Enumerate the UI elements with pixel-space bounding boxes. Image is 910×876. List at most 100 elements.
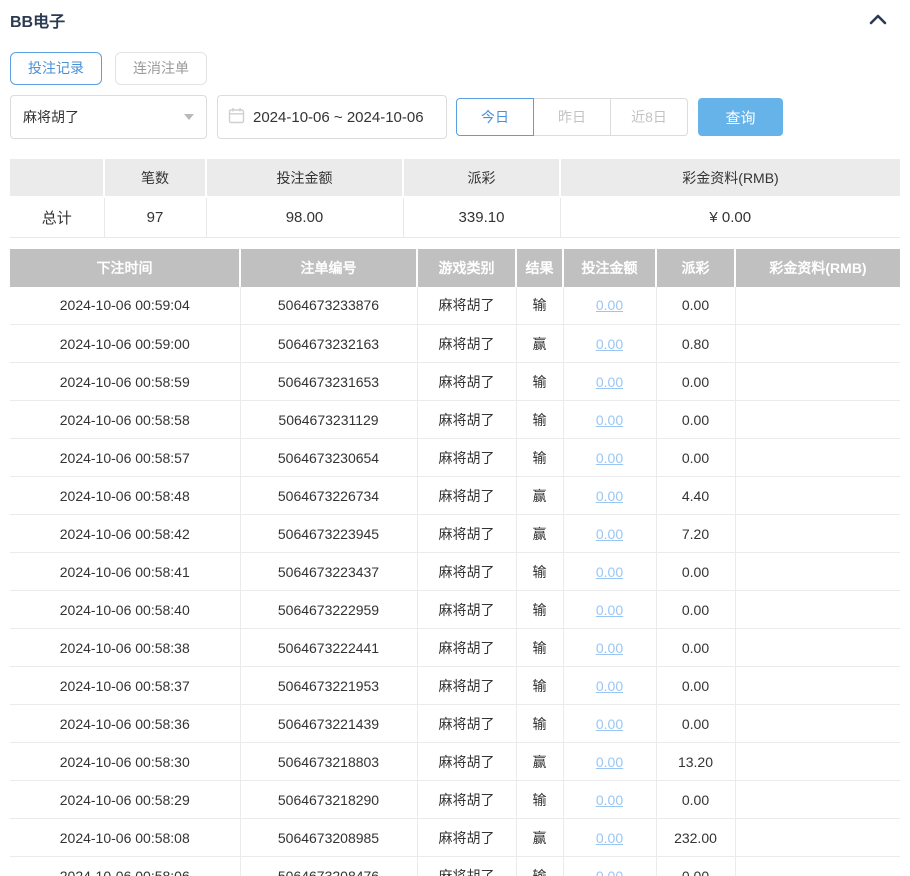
cell-order-number: 5064673222441: [240, 629, 417, 667]
cell-game-type: 麻将胡了: [417, 477, 516, 515]
bet-column-header: 派彩: [656, 249, 735, 287]
bet-amount-link[interactable]: 0.00: [596, 868, 623, 876]
bet-records-table: 下注时间注单编号游戏类别结果投注金额派彩彩金资料(RMB) 2024-10-06…: [10, 249, 900, 876]
bet-amount-link[interactable]: 0.00: [596, 716, 623, 732]
cell-order-number: 5064673208476: [240, 857, 417, 876]
date-range-picker[interactable]: 2024-10-06 ~ 2024-10-06: [217, 95, 447, 139]
cell-order-number: 5064673223437: [240, 553, 417, 591]
bet-amount-link[interactable]: 0.00: [596, 754, 623, 770]
cell-bet-amount: 0.00: [563, 401, 656, 439]
cell-payout: 0.80: [656, 325, 735, 363]
cell-game-type: 麻将胡了: [417, 363, 516, 401]
bet-amount-link[interactable]: 0.00: [596, 336, 623, 352]
cell-bet-amount: 0.00: [563, 439, 656, 477]
cell-result: 输: [516, 667, 563, 705]
cell-bonus: [735, 553, 900, 591]
summary-bonus: ¥ 0.00: [560, 197, 900, 237]
tab-bet-records[interactable]: 投注记录: [10, 52, 102, 85]
chevron-up-icon: [868, 14, 888, 29]
cell-bonus: [735, 363, 900, 401]
cell-bonus: [735, 477, 900, 515]
cell-bet-time: 2024-10-06 00:58:06: [10, 857, 240, 876]
today-button[interactable]: 今日: [456, 98, 534, 136]
cell-game-type: 麻将胡了: [417, 591, 516, 629]
bet-amount-link[interactable]: 0.00: [596, 564, 623, 580]
search-button[interactable]: 查询: [698, 98, 783, 136]
summary-column-header: 派彩: [403, 159, 560, 197]
bet-amount-link[interactable]: 0.00: [596, 297, 623, 313]
table-row: 2024-10-06 00:58:36 5064673221439 麻将胡了 输…: [10, 705, 900, 743]
bet-amount-link[interactable]: 0.00: [596, 830, 623, 846]
table-row: 2024-10-06 00:58:48 5064673226734 麻将胡了 赢…: [10, 477, 900, 515]
table-row: 2024-10-06 00:58:59 5064673231653 麻将胡了 输…: [10, 363, 900, 401]
cell-bonus: [735, 667, 900, 705]
cell-payout: 7.20: [656, 515, 735, 553]
filter-bar: 麻将胡了 2024-10-06 ~ 2024-10-06 今日 昨日 近8日 查…: [10, 95, 900, 139]
cell-bet-amount: 0.00: [563, 591, 656, 629]
cell-order-number: 5064673218803: [240, 743, 417, 781]
summary-payout: 339.10: [403, 197, 560, 237]
cell-order-number: 5064673231653: [240, 363, 417, 401]
summary-column-header: 彩金资料(RMB): [560, 159, 900, 197]
cell-bet-time: 2024-10-06 00:58:59: [10, 363, 240, 401]
table-row: 2024-10-06 00:59:04 5064673233876 麻将胡了 输…: [10, 287, 900, 325]
cell-result: 赢: [516, 743, 563, 781]
page-title: BB电子: [10, 8, 65, 32]
cell-bet-time: 2024-10-06 00:58:58: [10, 401, 240, 439]
table-row: 2024-10-06 00:58:40 5064673222959 麻将胡了 输…: [10, 591, 900, 629]
bet-amount-link[interactable]: 0.00: [596, 792, 623, 808]
bet-amount-link[interactable]: 0.00: [596, 678, 623, 694]
cell-payout: 0.00: [656, 439, 735, 477]
cell-bet-time: 2024-10-06 00:59:00: [10, 325, 240, 363]
game-type-select-value: 麻将胡了: [23, 107, 79, 127]
table-row: 2024-10-06 00:58:57 5064673230654 麻将胡了 输…: [10, 439, 900, 477]
summary-count: 97: [104, 197, 206, 237]
cell-bonus: [735, 439, 900, 477]
bet-amount-link[interactable]: 0.00: [596, 488, 623, 504]
panel-header: BB电子: [10, 0, 900, 30]
cell-game-type: 麻将胡了: [417, 325, 516, 363]
bet-amount-link[interactable]: 0.00: [596, 374, 623, 390]
cell-game-type: 麻将胡了: [417, 743, 516, 781]
cell-bet-amount: 0.00: [563, 857, 656, 876]
cell-bet-amount: 0.00: [563, 629, 656, 667]
cell-result: 赢: [516, 477, 563, 515]
cell-result: 输: [516, 857, 563, 876]
bet-amount-link[interactable]: 0.00: [596, 602, 623, 618]
cell-result: 输: [516, 591, 563, 629]
cell-payout: 0.00: [656, 857, 735, 876]
yesterday-button[interactable]: 昨日: [533, 98, 611, 136]
bet-amount-link[interactable]: 0.00: [596, 640, 623, 656]
cell-result: 输: [516, 287, 563, 325]
summary-column-header: 投注金额: [206, 159, 403, 197]
cell-order-number: 5064673218290: [240, 781, 417, 819]
bet-amount-link[interactable]: 0.00: [596, 450, 623, 466]
cell-bonus: [735, 705, 900, 743]
last-8-days-button[interactable]: 近8日: [610, 98, 688, 136]
cell-bet-amount: 0.00: [563, 667, 656, 705]
cell-game-type: 麻将胡了: [417, 401, 516, 439]
cell-bet-time: 2024-10-06 00:58:29: [10, 781, 240, 819]
game-type-select[interactable]: 麻将胡了: [10, 95, 207, 139]
cell-bet-amount: 0.00: [563, 325, 656, 363]
cell-result: 输: [516, 401, 563, 439]
bet-amount-link[interactable]: 0.00: [596, 526, 623, 542]
cell-payout: 4.40: [656, 477, 735, 515]
cell-bet-amount: 0.00: [563, 363, 656, 401]
cell-result: 赢: [516, 819, 563, 857]
cell-bet-time: 2024-10-06 00:58:40: [10, 591, 240, 629]
cell-game-type: 麻将胡了: [417, 439, 516, 477]
cell-payout: 0.00: [656, 553, 735, 591]
bet-amount-link[interactable]: 0.00: [596, 412, 623, 428]
cell-bonus: [735, 325, 900, 363]
cell-bet-time: 2024-10-06 00:59:04: [10, 287, 240, 325]
quick-date-button-group: 今日 昨日 近8日: [456, 98, 688, 136]
cell-game-type: 麻将胡了: [417, 629, 516, 667]
cell-bonus: [735, 857, 900, 876]
table-row: 2024-10-06 00:58:42 5064673223945 麻将胡了 赢…: [10, 515, 900, 553]
collapse-panel-button[interactable]: [866, 10, 890, 31]
summary-total-label: 总计: [10, 197, 104, 237]
tab-cancelled-orders[interactable]: 连消注单: [115, 52, 207, 85]
bet-column-header: 游戏类别: [417, 249, 516, 287]
cell-bet-amount: 0.00: [563, 477, 656, 515]
